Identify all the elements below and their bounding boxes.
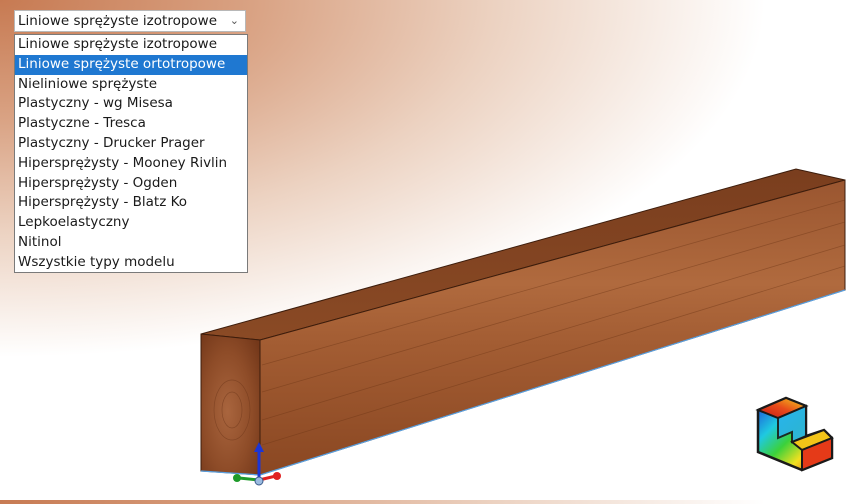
material-model-select[interactable]: Liniowe sprężyste izotropowe ⌄: [14, 10, 246, 32]
model-option[interactable]: Hipersprężysty - Ogden: [15, 174, 247, 194]
model-option[interactable]: Lepkoelastyczny: [15, 213, 247, 233]
model-option[interactable]: Nitinol: [15, 233, 247, 253]
model-option[interactable]: Plastyczne - Tresca: [15, 114, 247, 134]
model-option[interactable]: Nieliniowe sprężyste: [15, 75, 247, 95]
chevron-down-icon[interactable]: ⌄: [230, 11, 239, 31]
model-option-highlighted[interactable]: Liniowe sprężyste ortotropowe: [15, 54, 247, 75]
material-model-options-list: Liniowe sprężyste izotropowe Liniowe spr…: [14, 34, 248, 273]
study-cube-icon: [755, 396, 834, 472]
model-option[interactable]: Hipersprężysty - Blatz Ko: [15, 193, 247, 213]
model-option[interactable]: Liniowe sprężyste izotropowe: [15, 35, 247, 55]
model-option[interactable]: Plastyczny - wg Misesa: [15, 94, 247, 114]
model-option[interactable]: Plastyczny - Drucker Prager: [15, 134, 247, 154]
model-option[interactable]: Wszystkie typy modelu: [15, 253, 247, 273]
model-option[interactable]: Hipersprężysty - Mooney Rivlin: [15, 154, 247, 174]
material-model-selected-value: Liniowe sprężyste izotropowe: [18, 13, 218, 29]
coordinate-triad: [233, 442, 281, 486]
